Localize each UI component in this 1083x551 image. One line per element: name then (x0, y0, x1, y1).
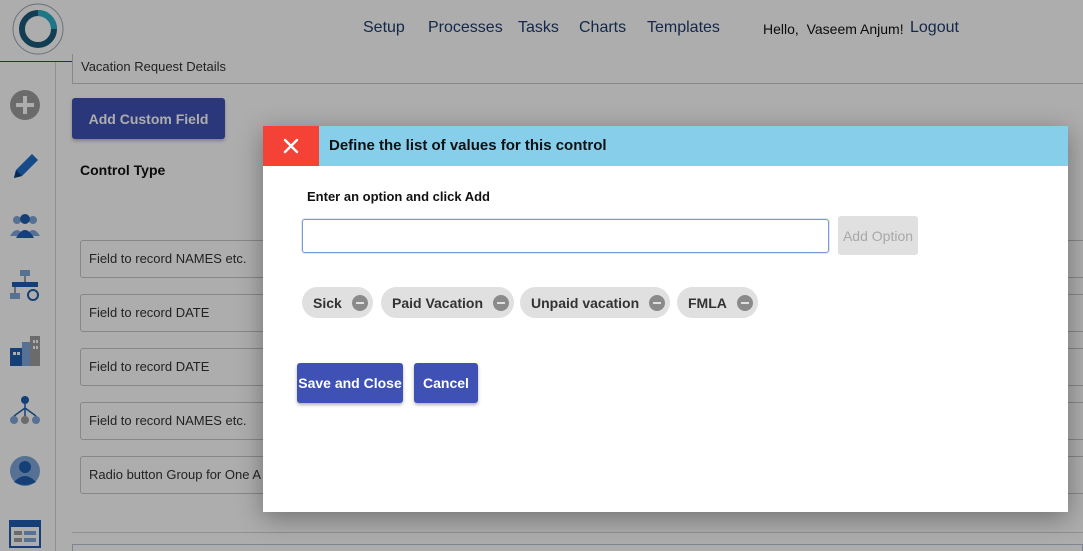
close-button[interactable] (263, 126, 319, 166)
cancel-button[interactable]: Cancel (414, 363, 478, 403)
chip-label: Unpaid vacation (531, 294, 640, 311)
remove-icon[interactable] (649, 294, 666, 311)
option-prompt-label: Enter an option and click Add (307, 189, 490, 204)
list-values-dialog: Define the list of values for this contr… (263, 126, 1068, 512)
remove-icon[interactable] (351, 294, 368, 311)
option-chip: FMLA (677, 287, 758, 318)
option-chip: Unpaid vacation (520, 287, 671, 318)
close-icon (283, 138, 299, 154)
save-and-close-button[interactable]: Save and Close (297, 363, 403, 403)
chip-label: Paid Vacation (392, 294, 484, 311)
option-chip: Sick (302, 287, 373, 318)
chip-label: FMLA (688, 294, 727, 311)
remove-icon[interactable] (736, 294, 753, 311)
dialog-header: Define the list of values for this contr… (263, 126, 1068, 166)
remove-icon[interactable] (493, 294, 510, 311)
chip-label: Sick (313, 294, 342, 311)
option-input[interactable] (302, 219, 829, 253)
dialog-title: Define the list of values for this contr… (329, 137, 607, 154)
add-option-button[interactable]: Add Option (838, 216, 918, 255)
option-chip: Paid Vacation (381, 287, 515, 318)
